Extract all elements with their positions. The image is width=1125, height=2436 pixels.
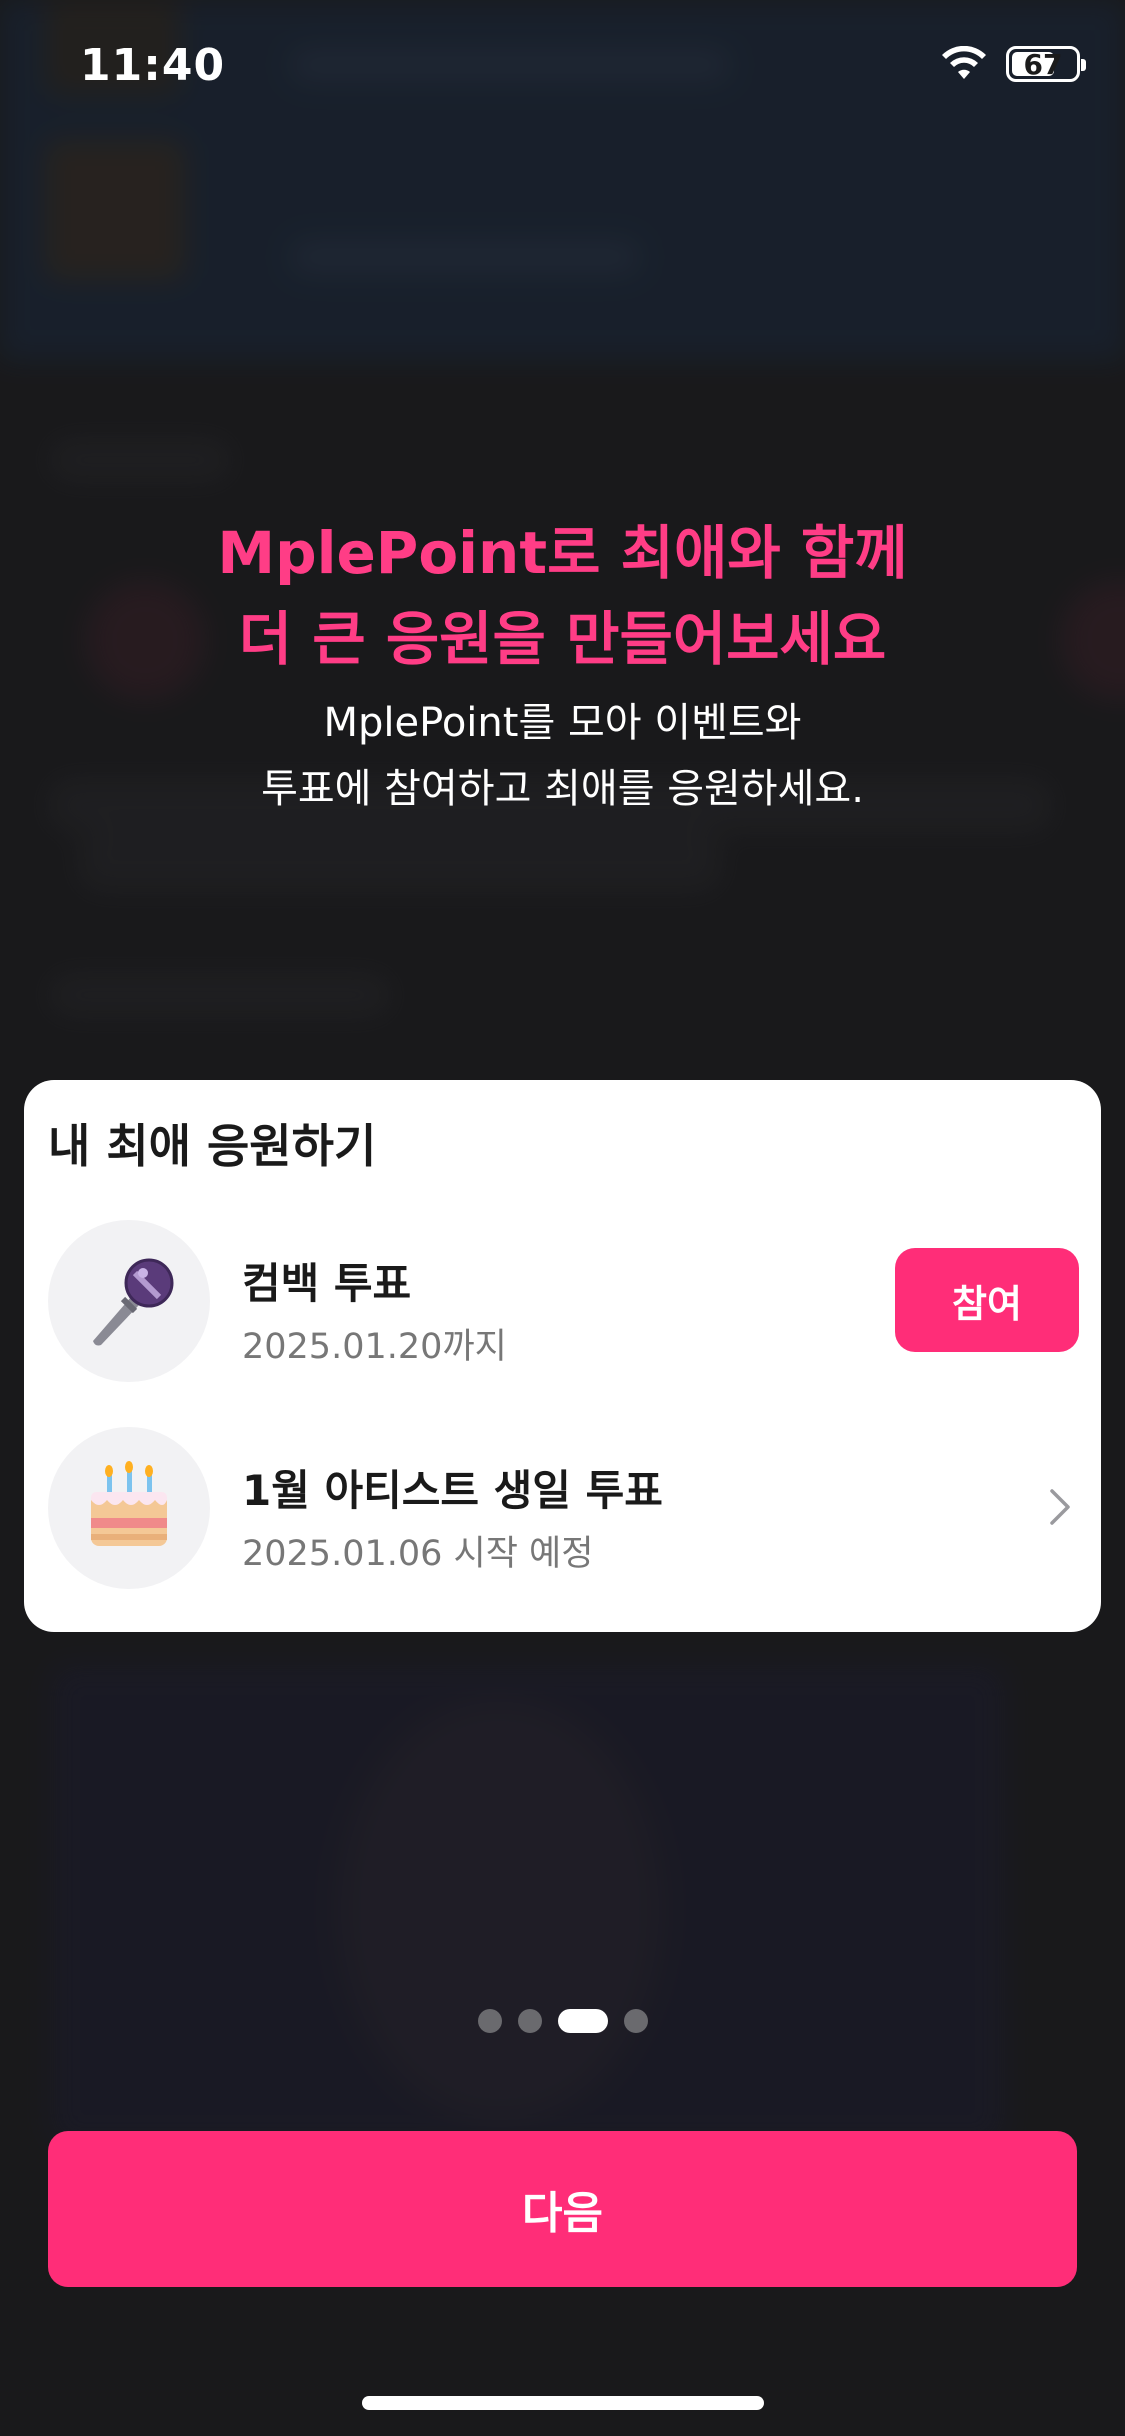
support-card: 내 최애 응원하기 컴백 투표 2025.01.20까지 참여 1월 아티스트 … — [24, 1080, 1101, 1632]
event-row-birthday-vote[interactable]: 1월 아티스트 생일 투표 2025.01.06 시작 예정 — [24, 1427, 1101, 1597]
page-dot — [623, 2009, 648, 2033]
birthday-cake-icon — [91, 1461, 167, 1546]
next-button[interactable]: 다음 — [48, 2131, 1077, 2287]
event-name: 컴백 투표 — [242, 1259, 412, 1308]
microphone-icon — [93, 1258, 174, 1346]
onboarding-subtext: MplePoint를 모아 이벤트와 투표에 참여하고 최애를 응원하세요. — [0, 690, 1125, 822]
chevron-right-icon[interactable] — [1047, 1487, 1073, 1527]
battery-level: 67 — [1023, 47, 1063, 81]
event-row-comeback-vote[interactable]: 컴백 투표 2025.01.20까지 참여 — [24, 1220, 1101, 1390]
join-button[interactable]: 참여 — [895, 1248, 1079, 1352]
event-date: 2025.01.20까지 — [242, 1327, 507, 1367]
onboarding-headline: MplePoint로 최애와 함께 더 큰 응원을 만들어보세요 — [0, 510, 1125, 682]
headline-line-1: MplePoint로 최애와 함께 — [217, 519, 908, 587]
page-dot — [517, 2009, 542, 2033]
status-icons: 67 — [940, 46, 1086, 82]
subtext-line-2: 투표에 참여하고 최애를 응원하세요. — [261, 766, 864, 812]
page-indicator — [0, 2009, 1125, 2033]
status-time: 11:40 — [80, 40, 226, 91]
card-title: 내 최애 응원하기 — [48, 1119, 377, 1173]
status-bar: 11:40 67 — [0, 0, 1125, 140]
headline-line-2: 더 큰 응원을 만들어보세요 — [238, 605, 887, 673]
home-indicator[interactable] — [362, 2396, 764, 2410]
event-icon-circle — [48, 1427, 210, 1589]
battery-icon: 67 — [1006, 46, 1086, 82]
page-dot — [477, 2009, 502, 2033]
wifi-icon — [942, 46, 986, 79]
event-icon-circle — [48, 1220, 210, 1382]
onboarding-screen: 11:40 67 MplePoint로 최애와 함께 더 큰 응원을 만들어보세… — [0, 0, 1125, 2436]
subtext-line-1: MplePoint를 모아 이벤트와 — [323, 700, 802, 746]
event-name: 1월 아티스트 생일 투표 — [242, 1466, 663, 1515]
event-date: 2025.01.06 시작 예정 — [242, 1534, 594, 1574]
page-dot-active — [557, 2009, 608, 2033]
